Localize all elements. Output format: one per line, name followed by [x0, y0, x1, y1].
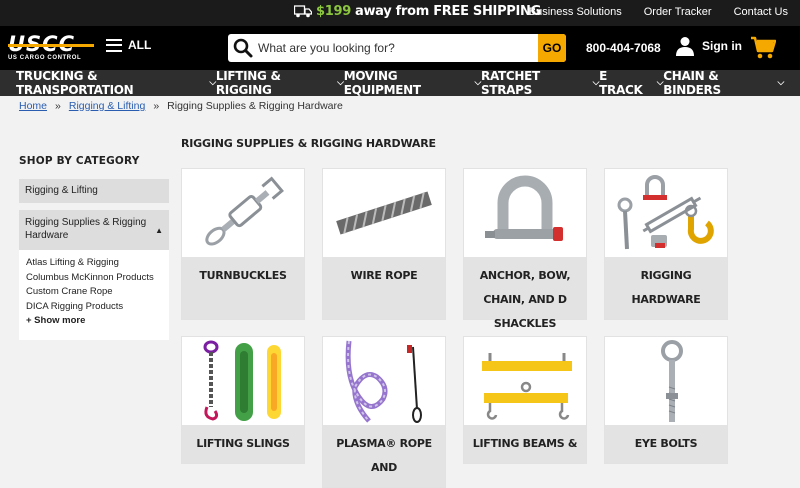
category-label: LIFTING SLINGS	[182, 425, 304, 463]
nav-chain-binders[interactable]: CHAIN & BINDERS ⌵	[663, 69, 784, 97]
order-tracker-link[interactable]: Order Tracker	[644, 6, 712, 18]
logo-subtext: US CARGO CONTROL	[8, 55, 82, 61]
plasma-rope-image	[323, 337, 445, 425]
breadcrumb-current: Rigging Supplies & Rigging Hardware	[167, 100, 343, 112]
category-card-shackles[interactable]: ANCHOR, BOW, CHAIN, AND D SHACKLES	[463, 168, 587, 330]
sidebar-sublist: Atlas Lifting & Rigging Columbus McKinno…	[19, 250, 169, 340]
category-label: EYE BOLTS	[605, 425, 727, 463]
logo-bar	[8, 44, 94, 47]
nav-lifting-rigging[interactable]: LIFTING & RIGGING ⌵	[216, 69, 344, 97]
header: USCC US CARGO CONTROL ALL GO 800-404-706…	[0, 26, 800, 70]
shipping-amount: $199	[316, 4, 351, 19]
lifting-slings-image	[182, 337, 304, 425]
nav-label: E TRACK	[599, 69, 643, 97]
category-card-lifting-beams[interactable]: LIFTING BEAMS &	[463, 336, 587, 464]
sidebar-heading: SHOP BY CATEGORY	[19, 155, 140, 167]
category-label: LIFTING BEAMS &	[464, 425, 586, 463]
category-card-eye-bolts[interactable]: EYE BOLTS	[604, 336, 728, 464]
nav-label: TRUCKING & TRANSPORTATION	[16, 69, 134, 97]
category-card-plasma-rope[interactable]: PLASMA® ROPE AND	[322, 336, 446, 488]
top-bar: $199 away from FREE SHIPPING Business So…	[0, 0, 800, 26]
nav-label: CHAIN & BINDERS	[663, 69, 721, 97]
contact-us-link[interactable]: Contact Us	[734, 6, 788, 18]
chevron-down-icon: ⌵	[777, 78, 785, 88]
sidebar-subitem[interactable]: DICA Rigging Products	[26, 300, 162, 315]
breadcrumb-separator: »	[153, 100, 160, 112]
sidebar-item-label: Rigging Supplies & Rigging Hardware	[25, 217, 147, 241]
breadcrumb: Home » Rigging & Lifting » Rigging Suppl…	[19, 100, 343, 112]
category-card-turnbuckles[interactable]: TURNBUCKLES	[181, 168, 305, 320]
phone-number[interactable]: 800-404-7068	[586, 41, 661, 55]
nav-moving-equipment[interactable]: MOVING EQUIPMENT ⌵	[343, 69, 482, 97]
wire-rope-image	[323, 169, 445, 257]
category-label: TURNBUCKLES	[182, 257, 304, 319]
user-icon	[676, 37, 694, 56]
nav-label: LIFTING & RIGGING	[215, 69, 281, 97]
sign-in-button[interactable]: Sign in	[676, 36, 742, 56]
business-solutions-link[interactable]: Business Solutions	[529, 6, 622, 18]
sidebar-subitem[interactable]: Columbus McKinnon Products	[26, 271, 162, 286]
sidebar-item-rigging-supplies[interactable]: Rigging Supplies & Rigging Hardware ▲	[19, 210, 169, 250]
hamburger-icon	[106, 38, 122, 52]
all-menu-button[interactable]: ALL	[106, 38, 151, 52]
category-card-lifting-slings[interactable]: LIFTING SLINGS	[181, 336, 305, 464]
breadcrumb-home[interactable]: Home	[19, 100, 47, 112]
lifting-beams-image	[464, 337, 586, 425]
nav-label: RATCHET STRAPS	[481, 69, 540, 97]
category-card-rigging-hardware[interactable]: RIGGING HARDWARE	[604, 168, 728, 320]
nav-e-track[interactable]: E TRACK ⌵	[599, 69, 663, 97]
sign-in-label: Sign in	[702, 39, 742, 53]
rigging-hardware-image	[605, 169, 727, 257]
category-label: PLASMA® ROPE AND	[323, 425, 445, 487]
truck-icon	[294, 5, 312, 18]
search-go-button[interactable]: GO	[538, 34, 566, 62]
main-nav: TRUCKING & TRANSPORTATION ⌵ LIFTING & RIG…	[0, 69, 800, 97]
nav-label: MOVING EQUIPMENT	[343, 69, 421, 97]
category-label: RIGGING HARDWARE	[605, 257, 727, 319]
breadcrumb-separator: »	[55, 100, 61, 112]
cart-icon[interactable]	[750, 36, 776, 60]
all-menu-label: ALL	[128, 38, 152, 52]
shackle-image	[464, 169, 586, 257]
category-sidebar: SHOP BY CATEGORY Rigging & Lifting Riggi…	[19, 155, 169, 340]
sidebar-subitem[interactable]: Atlas Lifting & Rigging	[26, 256, 162, 271]
eye-bolt-image	[605, 337, 727, 425]
page-title: RIGGING SUPPLIES & RIGGING HARDWARE	[181, 137, 436, 150]
turnbuckle-image	[182, 169, 304, 257]
category-label: ANCHOR, BOW, CHAIN, AND D SHACKLES	[464, 257, 586, 330]
nav-trucking-transportation[interactable]: TRUCKING & TRANSPORTATION ⌵	[16, 69, 216, 97]
search-input[interactable]	[254, 41, 538, 55]
uscc-logo[interactable]: USCC US CARGO CONTROL	[8, 34, 94, 64]
search-icon	[233, 38, 253, 58]
breadcrumb-rigging-lifting[interactable]: Rigging & Lifting	[69, 100, 145, 112]
search-bar: GO	[228, 34, 566, 62]
category-card-wire-rope[interactable]: WIRE ROPE	[322, 168, 446, 320]
sidebar-item-rigging-lifting[interactable]: Rigging & Lifting	[19, 179, 169, 203]
show-more-link[interactable]: + Show more	[26, 314, 162, 329]
nav-ratchet-straps[interactable]: RATCHET STRAPS ⌵	[481, 69, 599, 97]
category-label: WIRE ROPE	[323, 257, 445, 319]
free-shipping-banner: $199 away from FREE SHIPPING	[294, 4, 541, 19]
sidebar-subitem[interactable]: Custom Crane Rope	[26, 285, 162, 300]
chevron-up-icon: ▲	[155, 226, 163, 235]
shipping-text: away from FREE SHIPPING	[354, 4, 542, 19]
